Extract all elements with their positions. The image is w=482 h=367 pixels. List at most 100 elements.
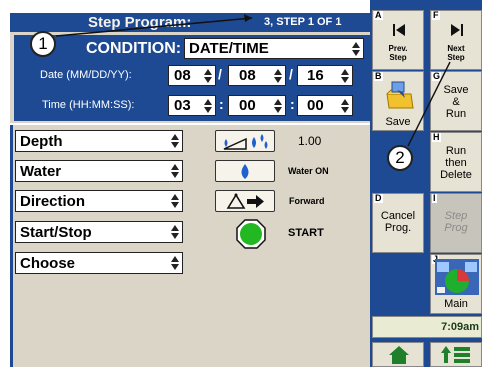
save-run-label-1: Save: [443, 84, 469, 96]
month-select[interactable]: 08: [168, 65, 216, 86]
step-indicator: 3, STEP 1 OF 1: [264, 16, 342, 28]
section-divider: [10, 123, 370, 125]
hour-value: 03: [174, 97, 191, 114]
command-label: Water: [20, 163, 62, 180]
day-select[interactable]: 08: [228, 65, 286, 86]
select-arrows-icon: [204, 68, 212, 83]
date-label: Date (MM/DD/YY):: [40, 69, 132, 81]
water-drop-icon: [241, 164, 249, 179]
time-separator: :: [219, 96, 224, 112]
save-label: Save: [385, 116, 411, 128]
next-label-2: Step: [447, 53, 465, 62]
run-then-delete-button[interactable]: H Run then Delete: [430, 132, 482, 192]
year-value: 16: [307, 67, 324, 84]
save-run-label-2: &: [452, 96, 460, 108]
start-stop-button[interactable]: [236, 219, 266, 249]
home-icon: [389, 346, 409, 364]
condition-label: CONDITION:: [86, 40, 182, 57]
step-program-screen: Step Program: 3, STEP 1 OF 1 CONDITION: …: [0, 0, 482, 367]
prev-label-2: Step: [389, 53, 407, 62]
depth-drops-icon: [223, 134, 268, 150]
command-select-water[interactable]: Water: [15, 160, 183, 182]
command-select-start-stop[interactable]: Start/Stop: [15, 221, 183, 243]
select-arrows-icon: [171, 134, 179, 148]
key-letter: H: [432, 132, 441, 142]
cancel-label-2: Prog.: [384, 222, 412, 234]
select-arrows-icon: [171, 225, 179, 239]
main-label: Main: [444, 298, 468, 310]
cancel-program-button[interactable]: D Cancel Prog.: [372, 193, 424, 253]
pivot-map-icon: [435, 259, 479, 295]
start-circle-icon: [236, 219, 266, 249]
water-button[interactable]: [215, 160, 275, 182]
key-letter: F: [432, 10, 440, 20]
command-label: Start/Stop: [20, 224, 92, 241]
left-border: [10, 125, 13, 367]
step-program-button[interactable]: I Step Prog: [430, 193, 482, 253]
second-value: 00: [307, 97, 324, 114]
command-select-depth[interactable]: Depth: [15, 130, 183, 152]
key-letter: B: [374, 71, 383, 81]
date-separator: /: [218, 66, 222, 82]
skip-forward-icon: [451, 24, 463, 36]
select-arrows-icon: [171, 256, 179, 270]
year-select[interactable]: 16: [297, 65, 353, 86]
page-title: Step Program:: [88, 14, 192, 31]
select-arrows-icon: [341, 98, 349, 113]
prev-label-1: Prev.: [388, 44, 408, 53]
depth-button[interactable]: [215, 130, 275, 152]
condition-select[interactable]: DATE/TIME: [184, 38, 364, 59]
save-folder-icon: [386, 81, 414, 109]
key-letter: G: [432, 71, 442, 81]
depth-value: 1.00: [298, 134, 322, 148]
main-button[interactable]: J Main: [430, 254, 482, 314]
save-run-label-3: Run: [445, 108, 467, 120]
key-letter: I: [432, 193, 437, 203]
time-label: Time (HH:MM:SS):: [42, 99, 135, 111]
save-and-run-button[interactable]: G Save & Run: [430, 71, 482, 131]
select-arrows-icon: [274, 68, 282, 83]
direction-arrow-icon: [226, 193, 264, 209]
select-arrows-icon: [352, 41, 360, 56]
select-arrows-icon: [171, 194, 179, 208]
next-step-button[interactable]: F Next Step: [430, 10, 482, 70]
prev-step-button[interactable]: A Prev. Step: [372, 10, 424, 70]
select-arrows-icon: [204, 98, 212, 113]
step-prog-label-1: Step: [444, 210, 468, 222]
direction-button[interactable]: [215, 190, 275, 212]
command-label: Choose: [20, 255, 76, 272]
callout-2: 2: [387, 145, 413, 171]
cancel-label-1: Cancel: [380, 210, 416, 222]
water-value: Water ON: [288, 166, 329, 176]
command-label: Direction: [20, 193, 86, 210]
minute-value: 00: [239, 97, 256, 114]
menu-up-button[interactable]: [430, 342, 482, 367]
hour-select[interactable]: 03: [168, 95, 216, 116]
run-delete-label-1: Run: [445, 145, 467, 157]
run-delete-label-2: then: [445, 157, 467, 169]
key-letter: A: [374, 10, 383, 20]
step-prog-label-2: Prog: [444, 222, 468, 234]
up-arrow-list-icon: [441, 346, 470, 363]
day-value: 08: [239, 67, 256, 84]
command-label: Depth: [20, 133, 63, 150]
condition-value: DATE/TIME: [189, 40, 269, 57]
select-arrows-icon: [274, 98, 282, 113]
skip-back-icon: [393, 24, 405, 36]
home-button[interactable]: [372, 342, 424, 367]
next-label-1: Next: [447, 44, 465, 53]
date-separator: /: [289, 66, 293, 82]
clock-display: 7:09am: [372, 316, 482, 338]
callout-1: 1: [30, 31, 56, 57]
clock-time: 7:09am: [441, 321, 479, 333]
second-select[interactable]: 00: [297, 95, 353, 116]
command-select-direction[interactable]: Direction: [15, 190, 183, 212]
time-separator: :: [290, 96, 295, 112]
condition-panel: CONDITION: DATE/TIME Date (MM/DD/YY): 08…: [14, 35, 370, 121]
save-button[interactable]: B Save: [372, 71, 424, 131]
title-bar: Step Program: 3, STEP 1 OF 1: [10, 13, 370, 32]
month-value: 08: [174, 67, 191, 84]
minute-select[interactable]: 00: [228, 95, 286, 116]
command-select-choose[interactable]: Choose: [15, 252, 183, 274]
run-delete-label-3: Delete: [440, 169, 472, 181]
